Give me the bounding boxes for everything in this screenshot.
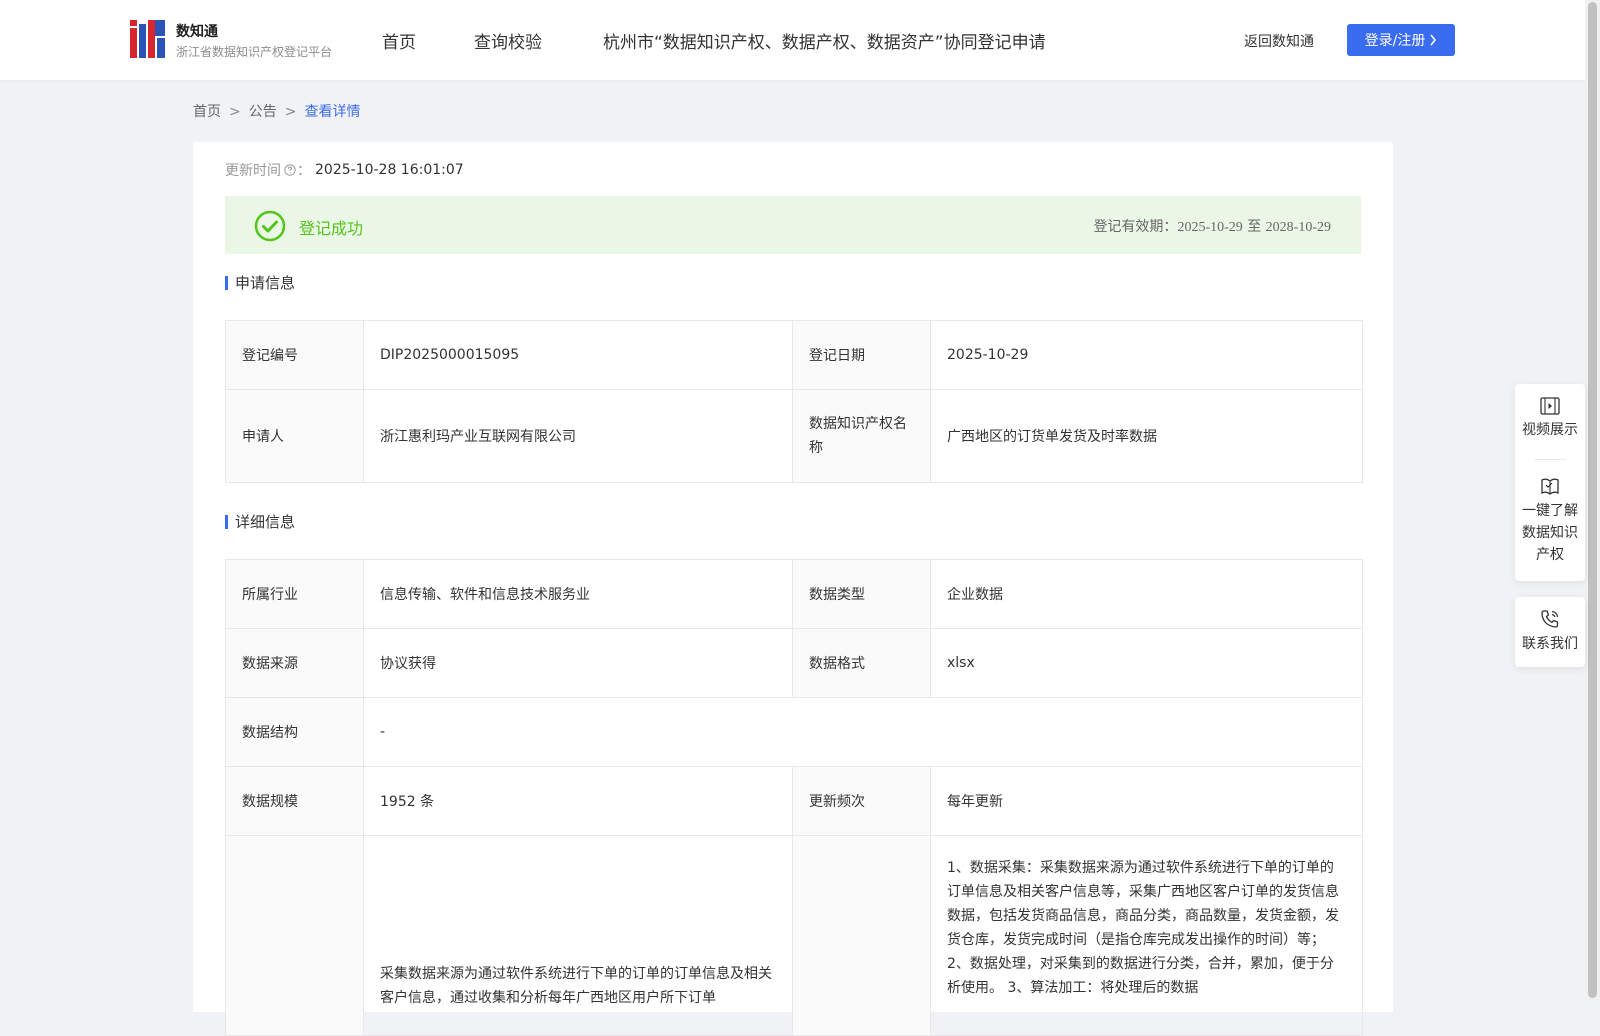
contact-us-button[interactable]: 联系我们 (1515, 597, 1585, 653)
validity-start: 2025-10-29 (1177, 220, 1243, 235)
breadcrumb: 首页 > 公告 > 查看详情 (193, 101, 360, 121)
data-type-value: 企业数据 (930, 559, 1363, 629)
chevron-right-icon (1430, 34, 1437, 46)
update-time-row: 更新时间 ： 2025-10-28 16:01:07 (225, 160, 464, 180)
question-circle-icon[interactable] (284, 164, 296, 176)
logo-icon[interactable] (130, 20, 166, 60)
source-label: 数据来源 (225, 628, 364, 698)
nav-query-verify[interactable]: 查询校验 (474, 28, 542, 53)
industry-value: 信息传输、软件和信息技术服务业 (363, 559, 793, 629)
industry-label: 所属行业 (225, 559, 364, 629)
table-row: 申请人 浙江惠利玛产业互联网有限公司 数据知识产权名称 广西地区的订货单发货及时… (225, 389, 1363, 483)
structure-value: - (363, 697, 1363, 767)
description-left-value: 采集数据来源为通过软件系统进行下单的订单的订单信息及相关客户信息，通过收集和分析… (363, 835, 793, 1036)
phone-icon (1541, 610, 1559, 628)
top-header: 数知通 浙江省数据知识产权登记平台 首页 查询校验 杭州市“数据知识产权、数据产… (0, 0, 1585, 80)
update-time-colon: ： (297, 163, 311, 179)
validity-label: 登记有效期： (1093, 219, 1178, 235)
data-type-label: 数据类型 (792, 559, 931, 629)
back-to-shuzhitong-link[interactable]: 返回数知通 (1244, 31, 1314, 51)
processing-label-cell (792, 835, 931, 1036)
validity-separator: 至 (1247, 219, 1262, 235)
format-value: xlsx (930, 628, 1363, 698)
learn-data-ip-button[interactable]: 一键了解数据知识产权 (1515, 460, 1585, 566)
breadcrumb-separator: > (229, 104, 241, 120)
application-info-title: 申请信息 (225, 272, 295, 293)
status-text: 登记成功 (299, 219, 364, 238)
applicant-label: 申请人 (225, 389, 364, 483)
detail-info-title: 详细信息 (225, 511, 295, 532)
breadcrumb-announcement[interactable]: 公告 (249, 104, 277, 120)
validity-period: 登记有效期：2025-10-29 至 2028-10-29 (1093, 216, 1331, 236)
logo-subtitle: 浙江省数据知识产权登记平台 (176, 45, 333, 59)
table-row: 采集数据来源为通过软件系统进行下单的订单的订单信息及相关客户信息，通过收集和分析… (225, 835, 1363, 1036)
validity-end: 2028-10-29 (1265, 220, 1331, 235)
description-label-cell (225, 835, 364, 1036)
logo-name: 数知通 (176, 24, 218, 40)
table-row: 所属行业 信息传输、软件和信息技术服务业 数据类型 企业数据 (225, 559, 1363, 629)
ip-name-label: 数据知识产权名称 (792, 389, 931, 483)
ip-name-value: 广西地区的订货单发货及时率数据 (930, 389, 1363, 483)
format-label: 数据格式 (792, 628, 931, 698)
check-circle-icon (254, 210, 286, 242)
detail-info-table: 所属行业 信息传输、软件和信息技术服务业 数据类型 企业数据 数据来源 协议获得… (225, 559, 1363, 1036)
float-contact-panel: 联系我们 (1515, 597, 1585, 667)
frequency-label: 更新频次 (792, 766, 931, 836)
table-row: 登记编号 DIP2025000015095 登记日期 2025-10-29 (225, 320, 1363, 390)
nav-hangzhou-registration[interactable]: 杭州市“数据知识产权、数据产权、数据资产”协同登记申请 (603, 28, 1046, 53)
frequency-value: 每年更新 (930, 766, 1363, 836)
video-icon (1540, 397, 1560, 415)
scrollbar-thumb[interactable] (1588, 2, 1597, 998)
detail-card: 更新时间 ： 2025-10-28 16:01:07 登记成功 登记有效期：20… (193, 142, 1393, 1036)
breadcrumb-home[interactable]: 首页 (193, 104, 221, 120)
learn-data-ip-label: 一键了解数据知识产权 (1522, 503, 1578, 563)
scale-label: 数据规模 (225, 766, 364, 836)
float-help-panel: 视频展示 一键了解数据知识产权 (1515, 384, 1585, 581)
contact-us-label: 联系我们 (1522, 636, 1578, 652)
update-time-label: 更新时间 (225, 163, 281, 179)
update-time-value: 2025-10-28 16:01:07 (315, 162, 464, 178)
processing-right-value: 1、数据采集：采集数据来源为通过软件系统进行下单的订单的订单信息及相关客户信息等… (930, 835, 1363, 1036)
source-value: 协议获得 (363, 628, 793, 698)
breadcrumb-current[interactable]: 查看详情 (304, 104, 360, 120)
scale-value: 1952 条 (363, 766, 793, 836)
structure-label: 数据结构 (225, 697, 364, 767)
reg-no-value: DIP2025000015095 (363, 320, 793, 390)
book-icon (1541, 478, 1559, 495)
table-row: 数据结构 - (225, 697, 1363, 767)
nav-home[interactable]: 首页 (382, 28, 416, 53)
video-showcase-label: 视频展示 (1522, 422, 1578, 438)
video-showcase-button[interactable]: 视频展示 (1515, 384, 1585, 459)
reg-no-label: 登记编号 (225, 320, 364, 390)
table-row: 数据来源 协议获得 数据格式 xlsx (225, 628, 1363, 698)
breadcrumb-separator: > (284, 104, 297, 120)
login-register-label: 登录/注册 (1364, 33, 1426, 49)
table-row: 数据规模 1952 条 更新频次 每年更新 (225, 766, 1363, 836)
reg-date-value: 2025-10-29 (930, 320, 1363, 390)
login-register-button[interactable]: 登录/注册 (1347, 24, 1455, 56)
applicant-value: 浙江惠利玛产业互联网有限公司 (363, 389, 793, 483)
reg-date-label: 登记日期 (792, 320, 931, 390)
status-banner: 登记成功 登记有效期：2025-10-29 至 2028-10-29 (225, 196, 1361, 254)
application-info-table: 登记编号 DIP2025000015095 登记日期 2025-10-29 申请… (225, 320, 1363, 483)
